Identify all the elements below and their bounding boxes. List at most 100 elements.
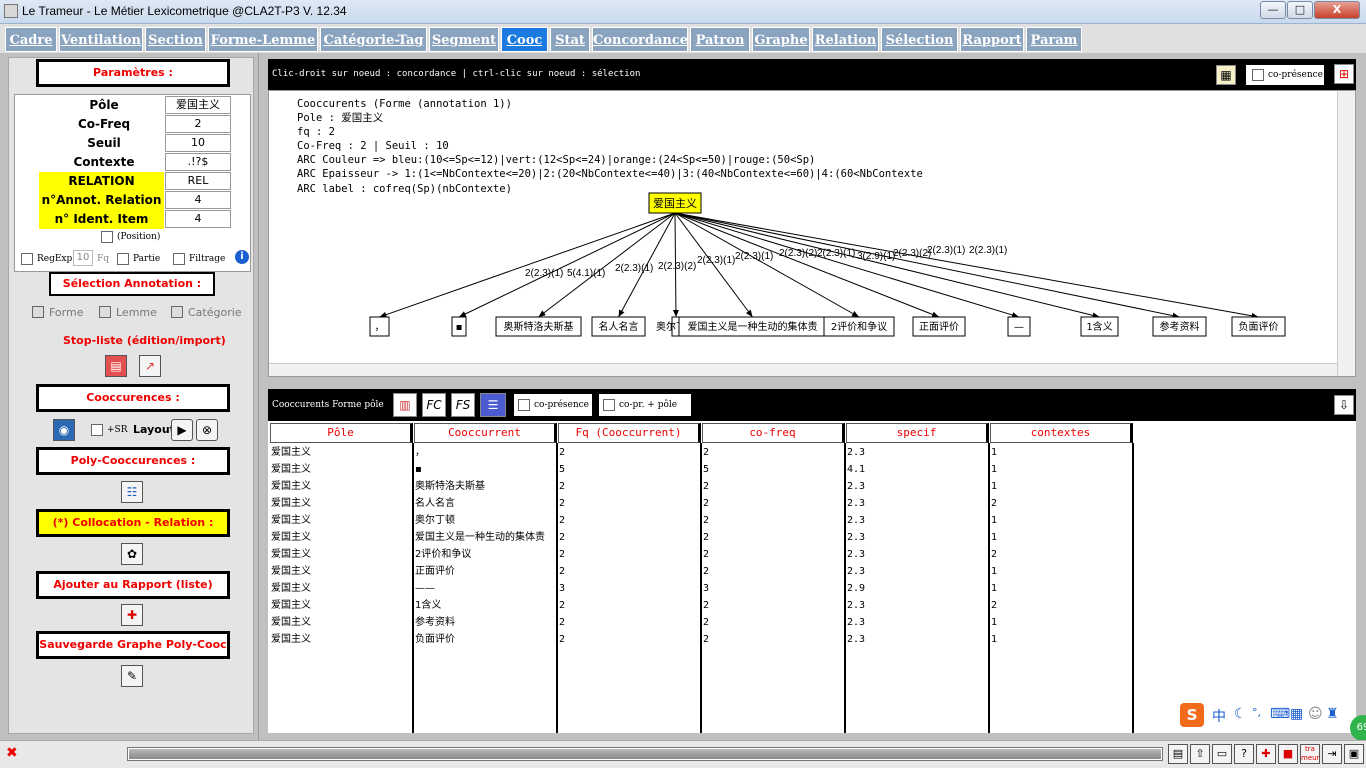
tab-ventilation[interactable]: Ventilation [59,27,143,52]
shirt-icon[interactable]: ♜ [1326,706,1339,722]
collocation-icon[interactable]: ✿ [121,543,143,565]
table-cell[interactable]: 5 [703,461,841,478]
table-cell[interactable]: 参考资料 [415,614,553,631]
info-icon[interactable]: i [235,250,249,264]
status-add-icon[interactable]: ✚ [1256,744,1276,764]
tab-param[interactable]: Param [1026,27,1082,52]
table-cell[interactable]: 爱国主义 [271,580,409,597]
moon-icon[interactable]: ☾ [1234,706,1247,722]
seuil-field[interactable]: 10 [165,134,231,152]
table-cell[interactable]: 爱国主义 [271,444,409,461]
table-cell[interactable]: 奥尔丁顿 [415,512,553,529]
col-header-contextes[interactable]: contextes [990,423,1133,443]
fs-icon[interactable]: FS [451,393,475,417]
table-cell[interactable]: 2 [559,529,697,546]
table-cell[interactable]: 爱国主义 [271,546,409,563]
categorie-checkbox[interactable] [171,306,183,318]
table-cell[interactable]: 负面评价 [415,631,553,648]
tab-patron[interactable]: Patron [690,27,750,52]
table-cell[interactable]: 2 [559,631,697,648]
table-cell[interactable]: 2 [991,546,1129,563]
graph-copresence-toggle[interactable]: co-présence [1246,65,1324,85]
table-cell[interactable]: 1 [991,631,1129,648]
sogou-logo-icon[interactable]: S [1180,703,1204,727]
fc-icon[interactable]: FC [422,393,446,417]
table-cell[interactable]: 爱国主义 [271,563,409,580]
table-cell[interactable]: 2 [559,444,697,461]
status-help-icon[interactable]: ? [1234,744,1254,764]
table-cell[interactable]: 爱国主义是一种生动的集体责 [415,529,553,546]
table-cell[interactable]: ， [415,444,553,461]
table-cell[interactable]: 2 [703,631,841,648]
table-cell[interactable]: 2 [703,512,841,529]
status-folder-icon[interactable]: ▭ [1212,744,1232,764]
poly-cooc-icon[interactable]: ☷ [121,481,143,503]
table-cell[interactable]: 2.3 [847,597,985,614]
table-cell[interactable]: 2 [703,546,841,563]
graph-export-icon[interactable]: ⊞ [1334,64,1354,84]
table-cell[interactable]: 1 [991,512,1129,529]
status-stats-icon[interactable]: ▤ [1168,744,1188,764]
table-cell[interactable]: 1 [991,614,1129,631]
graph-copresence-checkbox[interactable] [1252,69,1264,81]
tab-section[interactable]: Section [145,27,206,52]
table-cell[interactable]: 2 [559,563,697,580]
contexte-field[interactable]: .!?$ [165,153,231,171]
position-checkbox[interactable] [101,231,113,243]
table-cell[interactable]: 2 [703,478,841,495]
tab-cadre[interactable]: Cadre [5,27,57,52]
table-cell[interactable]: 名人名言 [415,495,553,512]
table-cell[interactable]: 奥斯特洛夫斯基 [415,478,553,495]
stoplist-import-icon[interactable]: ↗ [139,355,161,377]
table-cell[interactable]: 1 [991,580,1129,597]
grid-menu-icon[interactable]: ▦ [1290,706,1303,722]
table-cell[interactable]: 爱国主义 [271,461,409,478]
table-export-icon[interactable]: ⇩ [1334,395,1354,415]
table-cell[interactable]: 2 [703,529,841,546]
table-cell[interactable]: 2 [559,512,697,529]
panel-splitter[interactable] [258,53,268,740]
col-header-cofreq[interactable]: co-freq [702,423,845,443]
close-button[interactable]: X [1314,1,1360,19]
graph-horizontal-scrollbar[interactable] [269,363,1337,376]
save-graph-icon[interactable]: ✎ [121,665,143,687]
maximize-button[interactable]: □ [1287,1,1313,19]
table-cell[interactable]: 爱国主义 [271,631,409,648]
table-cell[interactable]: 2.3 [847,631,985,648]
tab-forme-lemme[interactable]: Forme-Lemme [208,27,318,52]
table-cell[interactable]: 2 [559,546,697,563]
table-cell[interactable]: 爱国主义 [271,597,409,614]
tab-concordance[interactable]: Concordance [592,27,688,52]
table-cell[interactable]: 1 [991,529,1129,546]
table-cell[interactable]: 3 [559,580,697,597]
col-header-specif[interactable]: specif [846,423,989,443]
regexp-checkbox[interactable] [21,253,33,265]
tab-categorie-tag[interactable]: Catégorie-Tag [320,27,427,52]
table-cell[interactable]: 1 [991,444,1129,461]
punct-icon[interactable]: °, [1252,706,1261,719]
col-header-pole[interactable]: Pôle [270,423,413,443]
table-cell[interactable]: 爱国主义 [271,478,409,495]
col-header-fq[interactable]: Fq (Cooccurrent) [558,423,701,443]
table-cell[interactable]: 2 [559,597,697,614]
fq-input[interactable]: 10 [73,250,93,266]
filtrage-checkbox[interactable] [173,253,185,265]
table-cell[interactable]: ▪ [415,461,553,478]
col-header-cooccurrent[interactable]: Cooccurrent [414,423,557,443]
status-trameur-icon[interactable]: tra meur [1300,744,1320,764]
table-list-icon[interactable]: ☰ [480,393,506,417]
tab-selection[interactable]: Sélection [881,27,958,52]
status-open-icon[interactable]: ⇧ [1190,744,1210,764]
tab-segment[interactable]: Segment [429,27,499,52]
keyboard-icon[interactable]: ⌨ [1270,706,1290,722]
ident-item-field[interactable]: 4 [165,210,231,228]
table-cell[interactable]: 爱国主义 [271,529,409,546]
table-cell[interactable]: 2.3 [847,563,985,580]
forme-checkbox[interactable] [32,306,44,318]
table-cell[interactable]: 2 [559,614,697,631]
table-cell[interactable]: 2 [991,597,1129,614]
minimize-button[interactable]: — [1260,1,1286,19]
table-copresence-toggle[interactable]: co-présence [514,394,592,416]
layout-stop-icon[interactable]: ⊗ [196,419,218,441]
table-cell[interactable]: 1 [991,478,1129,495]
